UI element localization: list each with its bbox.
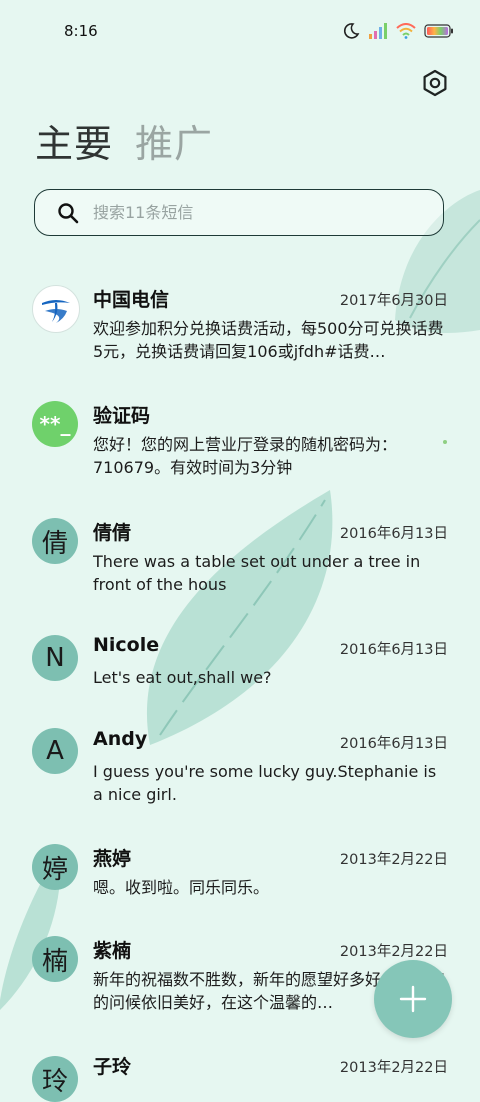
avatar: N [32, 635, 78, 681]
message-date: 2017年6月30日 [339, 293, 448, 309]
contact-name: Nicole [93, 634, 160, 656]
message-preview: 欢迎参加积分兑换话费活动，每500分可兑换话费5元，兑换话费请回复106或jfd… [93, 319, 444, 361]
search-bar[interactable] [34, 189, 444, 236]
message-date: 2016年6月13日 [339, 736, 448, 752]
message-preview: 嗯。收到啦。同乐同乐。 [93, 878, 270, 897]
search-input[interactable] [91, 202, 415, 223]
new-message-button[interactable] [374, 960, 452, 1038]
avatar: 楠 [32, 936, 78, 982]
telecom-logo-avatar [32, 285, 80, 333]
avatar: **_ [32, 401, 78, 447]
add-icon [399, 985, 427, 1013]
settings-icon[interactable] [420, 68, 450, 98]
contact-name: 紫楠 [93, 940, 132, 962]
message-date: 2013年2月22日 [339, 944, 448, 960]
status-icons [342, 22, 454, 40]
status-bar: 8:16 [0, 0, 480, 62]
message-preview: Let's eat out,shall we? [93, 668, 272, 687]
message-preview: I guess you're some lucky guy.Stephanie … [93, 762, 437, 804]
tab-bar: 主要 推广 [35, 120, 213, 168]
search-icon [58, 202, 79, 223]
wifi-icon [396, 23, 416, 39]
contact-name: Andy [93, 728, 148, 750]
message-date: 2016年6月13日 [339, 642, 448, 658]
contact-name: 中国电信 [93, 289, 170, 311]
contact-name: 燕婷 [93, 848, 132, 870]
message-preview: There was a table set out under a tree i… [93, 552, 421, 594]
message-preview: 您好！您的网上营业厅登录的随机密码为：710679。有效时间为3分钟 [93, 435, 398, 477]
contact-name: 倩倩 [93, 522, 132, 544]
battery-icon [424, 24, 453, 38]
message-date: 2013年2月22日 [339, 852, 448, 868]
avatar: A [32, 728, 78, 774]
tab-promotions[interactable]: 推广 [135, 120, 213, 168]
contact-name: 验证码 [93, 405, 151, 427]
avatar: 婷 [32, 844, 78, 890]
tab-primary[interactable]: 主要 [35, 120, 113, 168]
telecom-logo-icon [38, 291, 74, 327]
signal-icon [369, 23, 387, 39]
message-date: 2016年6月13日 [339, 526, 448, 542]
message-date: 2013年2月22日 [339, 1060, 448, 1076]
status-time: 8:16 [64, 22, 98, 40]
avatar: 玲 [32, 1056, 78, 1102]
avatar: 倩 [32, 518, 78, 564]
moon-icon [343, 23, 360, 39]
